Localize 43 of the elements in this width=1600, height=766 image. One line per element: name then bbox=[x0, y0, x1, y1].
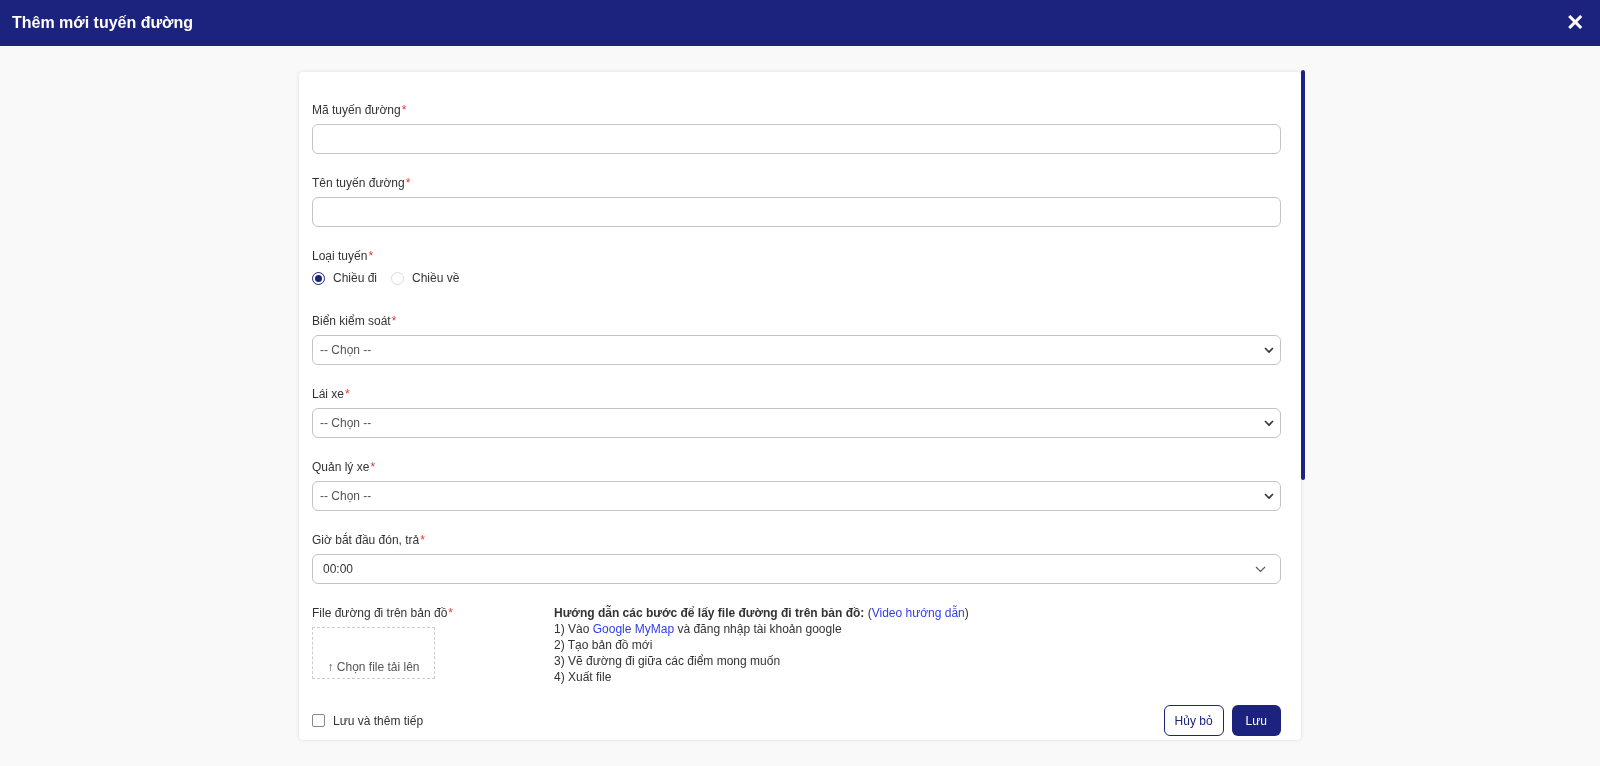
window-title: Thêm mới tuyến đường bbox=[12, 13, 193, 33]
field-label: Giờ bắt đầu đón, trả bbox=[312, 532, 420, 548]
checkbox-label[interactable]: Lưu và thêm tiếp bbox=[333, 711, 424, 730]
field-label: Loại tuyến bbox=[312, 248, 368, 264]
select-dropdown[interactable]: -- Chọn -- bbox=[312, 408, 1281, 438]
chevron-down-icon bbox=[1264, 492, 1274, 500]
link[interactable]: Google MyMap bbox=[592, 622, 675, 636]
field-label: Quản lý xe bbox=[312, 459, 370, 475]
time-picker[interactable]: 00:00 bbox=[312, 554, 1281, 584]
radio-label[interactable]: Chiều về bbox=[412, 269, 460, 287]
save-button[interactable]: Lưu bbox=[1231, 705, 1281, 736]
field-label: Lái xe bbox=[312, 386, 345, 402]
text-input[interactable] bbox=[312, 197, 1281, 227]
radio-label[interactable]: Chiều đi bbox=[333, 269, 378, 287]
chevron-down-icon bbox=[1264, 346, 1274, 354]
guide-step: 4) Xuất file bbox=[554, 669, 969, 685]
chevron-down-icon bbox=[1255, 565, 1266, 573]
guide-step: 3) Vẽ đường đi giữa các điểm mong muốn bbox=[554, 653, 969, 669]
text-input[interactable] bbox=[312, 124, 1281, 154]
required-mark: * bbox=[368, 248, 374, 264]
required-mark: * bbox=[401, 102, 407, 118]
link[interactable]: Video hướng dẫn bbox=[871, 606, 965, 620]
close-button[interactable]: ✕ bbox=[1566, 12, 1588, 34]
checkbox[interactable] bbox=[312, 714, 325, 727]
field-label: File đường đi trên bản đồ bbox=[312, 605, 448, 621]
cancel-button[interactable]: Hủy bỏ bbox=[1163, 705, 1224, 736]
required-mark: * bbox=[420, 532, 425, 548]
guide-step: 2) Tạo bản đồ mới bbox=[554, 637, 969, 653]
guide-heading: Hướng dẫn các bước để lấy file đường đi trên bản đồ: (Video hướng dẫn) bbox=[554, 605, 969, 621]
select-dropdown[interactable]: -- Chọn -- bbox=[312, 335, 1281, 365]
guide-step: 1) Vào Google MyMap và đăng nhập tài khoản google bbox=[554, 621, 969, 637]
field-label: Biển kiểm soát bbox=[312, 313, 391, 329]
select-dropdown[interactable]: -- Chọn -- bbox=[312, 481, 1281, 511]
required-mark: * bbox=[345, 386, 350, 402]
field-label: Mã tuyến đường bbox=[312, 102, 401, 118]
required-mark: * bbox=[391, 313, 397, 329]
field-label: Tên tuyến đường bbox=[312, 175, 405, 191]
required-mark: * bbox=[370, 459, 376, 475]
required-mark: * bbox=[405, 175, 411, 191]
required-mark: * bbox=[448, 605, 453, 621]
chevron-down-icon bbox=[1264, 419, 1274, 427]
file-upload-dropzone[interactable]: ↑ Chọn file tải lên bbox=[312, 627, 435, 679]
scrollbar-thumb[interactable] bbox=[1301, 70, 1305, 480]
